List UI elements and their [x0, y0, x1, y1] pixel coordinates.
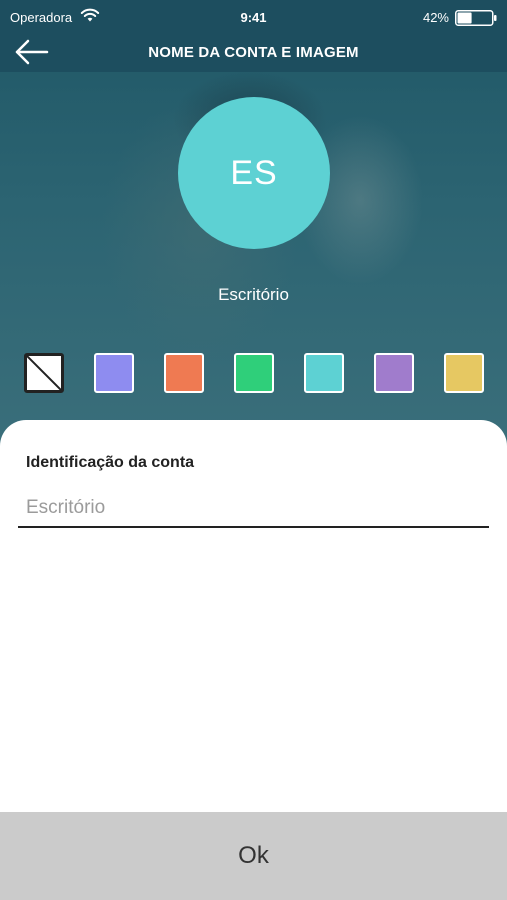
account-name-input[interactable]: [18, 490, 489, 528]
ok-button[interactable]: Ok: [0, 812, 507, 900]
swatch-mustard[interactable]: [444, 353, 484, 393]
swatch-turquoise[interactable]: [304, 353, 344, 393]
battery-icon: [455, 10, 497, 26]
color-picker: [0, 352, 507, 394]
swatch-green[interactable]: [234, 353, 274, 393]
account-avatar[interactable]: ES: [178, 97, 330, 249]
swatch-coral[interactable]: [164, 353, 204, 393]
status-bar: Operadora 9:41 42%: [0, 0, 507, 36]
avatar-initials: ES: [230, 153, 278, 192]
swatch-no-color[interactable]: [24, 353, 64, 393]
ok-button-label: Ok: [238, 842, 269, 869]
swatch-periwinkle[interactable]: [94, 353, 134, 393]
battery-percentage: 42%: [422, 10, 449, 25]
swatch-lavender[interactable]: [374, 353, 414, 393]
page-title: NOME DA CONTA E IMAGEM: [148, 44, 359, 61]
no-color-icon: [27, 356, 61, 390]
navigation-bar: NOME DA CONTA E IMAGEM: [0, 36, 507, 72]
account-form-sheet: Identificação da conta: [0, 420, 507, 812]
account-name-display: Escritório: [218, 285, 289, 304]
account-id-label: Identificação da conta: [26, 454, 195, 471]
